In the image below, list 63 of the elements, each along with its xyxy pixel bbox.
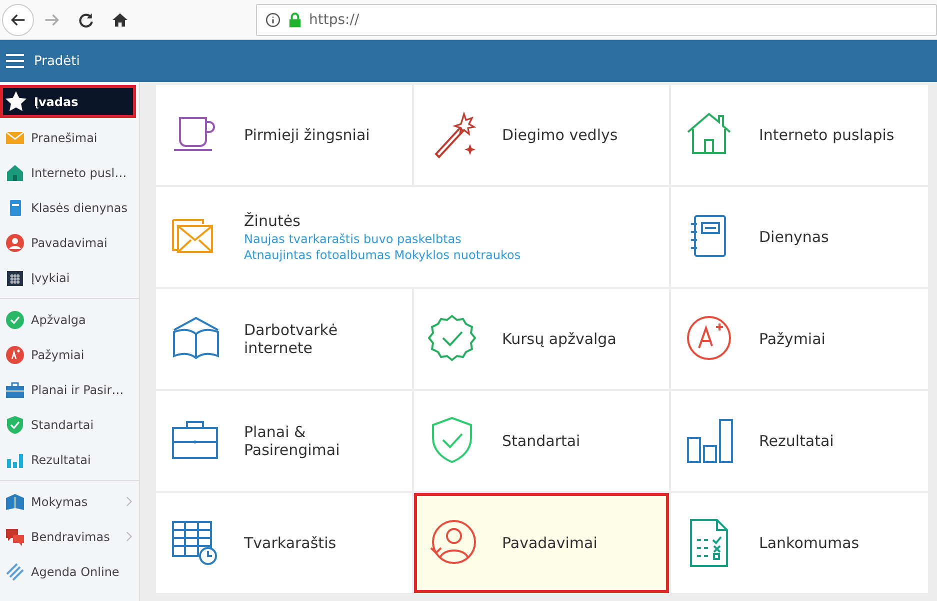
sidebar-item[interactable]: Klasės dienynas <box>0 190 139 225</box>
chevron-right-icon <box>126 496 133 507</box>
tile-title: Interneto puslapis <box>759 126 896 144</box>
tile-title: Diegimo vedlys <box>502 126 619 144</box>
menu-icon <box>6 54 24 68</box>
book-icon <box>5 492 25 512</box>
tile-title: Planai & Pasirengimai <box>244 423 341 459</box>
tile-card[interactable]: Diegimo vedlys <box>414 85 669 185</box>
house-icon <box>5 162 25 182</box>
tile-title: Rezultatai <box>759 432 835 450</box>
padlock-icon <box>287 12 303 28</box>
sidebar-item[interactable]: Įvadas <box>0 85 136 118</box>
sidebar-item[interactable]: Pavadavimai <box>0 225 139 260</box>
sidebar-item[interactable]: Standartai <box>0 407 139 442</box>
address-bar[interactable]: https:// <box>256 4 937 36</box>
person-icon <box>5 232 25 252</box>
sidebar-item[interactable]: Interneto pusl… <box>0 155 139 190</box>
sidebar-item[interactable]: Pažymiai <box>0 337 139 372</box>
sidebar-item[interactable]: Pranešimai <box>0 120 139 155</box>
check-circle-icon <box>5 310 25 330</box>
tile-card[interactable]: Pavadavimai <box>414 493 669 593</box>
tile-title: Kursų apžvalga <box>502 330 618 348</box>
sidebar-item[interactable]: Apžvalga <box>0 302 139 337</box>
tile-title: Lankomumas <box>759 534 860 552</box>
info-icon <box>265 12 281 28</box>
tile-card[interactable]: Rezultatai <box>671 391 928 491</box>
tile-card[interactable]: Pirmieji žingsniai <box>156 85 412 185</box>
tile-title: Žinutės <box>244 212 302 230</box>
check-badge-icon <box>428 314 478 364</box>
tile-card[interactable]: Pažymiai <box>671 289 928 389</box>
shield-check-icon <box>5 414 25 434</box>
grade-icon <box>5 344 25 364</box>
tile-card[interactable]: Interneto puslapis <box>671 85 928 185</box>
sidebar-item[interactable]: Mokymas <box>0 484 139 519</box>
menu-button[interactable] <box>6 54 24 68</box>
tile-card[interactable]: Planai & Pasirengimai <box>156 391 412 491</box>
tile-card[interactable]: Kursų apžvalga <box>414 289 669 389</box>
tile-title: Dienynas <box>759 228 830 246</box>
tile-title: Pirmieji žingsniai <box>244 126 371 144</box>
sidebar-item[interactable]: Bendravimas <box>0 519 139 554</box>
back-button[interactable] <box>2 4 34 36</box>
briefcase-icon <box>5 380 25 400</box>
chevron-right-icon <box>126 531 133 542</box>
tile-title: Pavadavimai <box>502 534 598 552</box>
chat-bubbles-icon <box>5 526 25 546</box>
header-title: Pradėti <box>34 54 80 68</box>
tile-card[interactable]: Standartai <box>414 391 669 491</box>
sidebar-item[interactable]: Įvykiai <box>0 260 139 295</box>
tile-title: Pažymiai <box>759 330 826 348</box>
tile-card[interactable]: Lankomumas <box>671 493 928 593</box>
table-clock-icon <box>170 518 220 568</box>
stripes-icon <box>5 562 25 582</box>
tile-card[interactable]: Tvarkaraštis <box>156 493 412 593</box>
sidebar-item[interactable]: Rezultatai <box>0 442 139 477</box>
sidebar-item[interactable]: Planai ir Pasir… <box>0 372 139 407</box>
tile-title: Tvarkaraštis <box>244 534 338 552</box>
bar-chart-icon <box>685 416 735 466</box>
tile-card[interactable]: Darbotvarkė internete <box>156 289 412 389</box>
star-icon <box>4 90 28 114</box>
tile-title: Darbotvarkė internete <box>244 321 339 357</box>
sidebar-item[interactable]: Agenda Online <box>0 554 139 589</box>
tile-title: Standartai <box>502 432 582 450</box>
tile-card[interactable]: Dienynas <box>671 187 928 287</box>
